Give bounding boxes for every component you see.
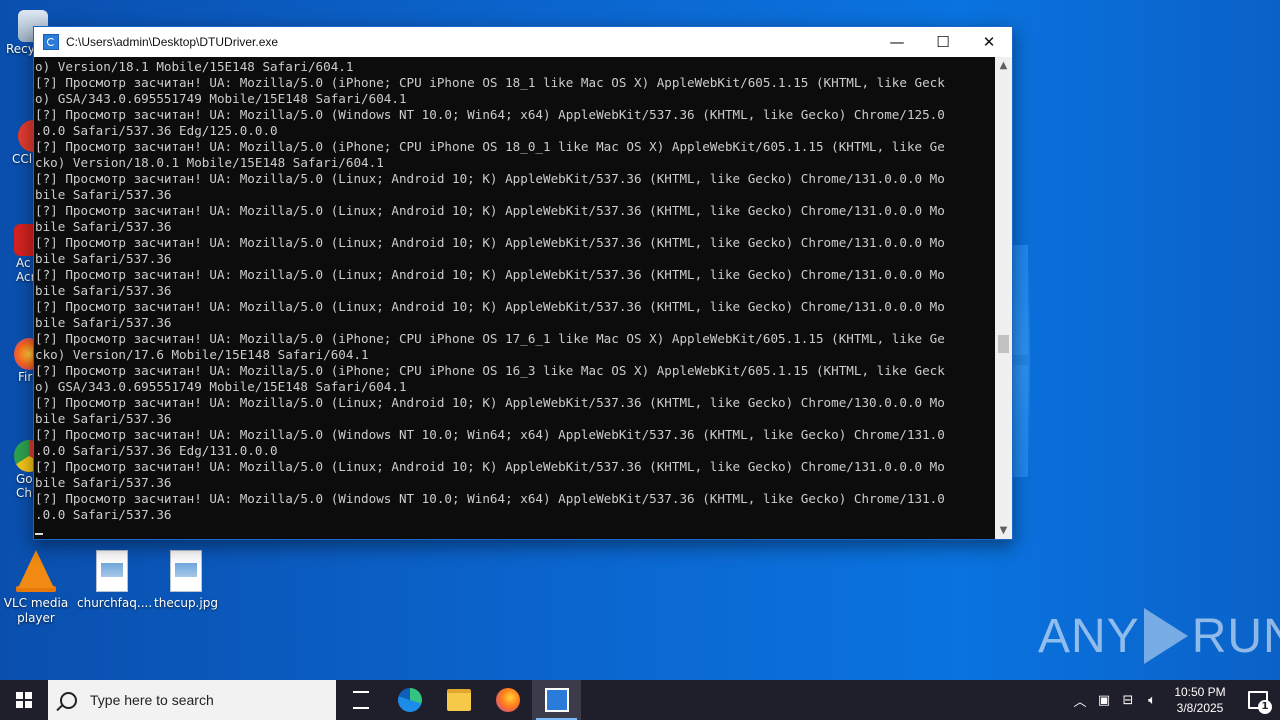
desktop-icon-vlc[interactable]: VLC media player — [1, 550, 71, 626]
taskbar: Type here to search ︿ ▣ ⊟ 🔈︎ 10:50 PM 3/… — [0, 680, 1280, 720]
console-window[interactable]: C:\Users\admin\Desktop\DTUDriver.exe — ☐… — [33, 26, 1013, 540]
text-cursor — [35, 533, 43, 535]
console-app-icon — [544, 688, 569, 712]
console-line: [?] Просмотр засчитан! UA: Mozilla/5.0 (… — [35, 267, 945, 282]
watermark-text-right: RUN — [1191, 609, 1280, 663]
console-line: [?] Просмотр засчитан! UA: Mozilla/5.0 (… — [35, 139, 945, 154]
desktop-icon-ccleaner[interactable]: CCl — [0, 120, 48, 166]
notification-badge: 1 — [1258, 700, 1272, 714]
console-log: o) Version/18.1 Mobile/15E148 Safari/604… — [34, 57, 995, 539]
console-line: [?] Просмотр засчитан! UA: Mozilla/5.0 (… — [35, 427, 945, 442]
anyrun-watermark: ANY RUN — [1038, 608, 1280, 664]
console-line: [?] Просмотр засчитан! UA: Mozilla/5.0 (… — [35, 299, 945, 314]
chevron-up-icon[interactable]: ︿ — [1068, 691, 1092, 710]
taskbar-clock[interactable]: 10:50 PM 3/8/2025 — [1164, 684, 1236, 716]
console-line: [?] Просмотр засчитан! UA: Mozilla/5.0 (… — [35, 171, 945, 186]
image-file-icon — [92, 550, 132, 592]
taskbar-edge[interactable] — [385, 680, 434, 720]
minimize-button[interactable]: — — [874, 27, 920, 57]
taskbar-search-box[interactable]: Type here to search — [48, 680, 336, 720]
maximize-button[interactable]: ☐ — [920, 27, 966, 57]
play-icon — [1143, 608, 1188, 664]
desktop-icon-acrobat[interactable]: Ac Acr — [0, 224, 44, 284]
clock-date: 3/8/2025 — [1176, 701, 1224, 715]
image-file-icon — [166, 550, 206, 592]
desktop-icon-label: VLC media player — [3, 596, 69, 625]
firefox-icon — [495, 688, 520, 712]
console-output[interactable]: o) Version/18.1 Mobile/15E148 Safari/604… — [34, 57, 995, 539]
desktop-icon-churchfaq[interactable]: churchfaq.... — [77, 550, 153, 611]
console-line: o) GSA/343.0.695551749 Mobile/15E148 Saf… — [35, 379, 407, 394]
console-line: [?] Просмотр засчитан! UA: Mozilla/5.0 (… — [35, 331, 945, 346]
volume-icon[interactable]: 🔈︎ — [1140, 693, 1164, 708]
window-title: C:\Users\admin\Desktop\DTUDriver.exe — [66, 35, 279, 49]
console-app-icon — [43, 34, 59, 50]
console-line: [?] Просмотр засчитан! UA: Mozilla/5.0 (… — [35, 459, 945, 474]
task-view-button[interactable] — [336, 680, 385, 720]
desktop-icon-label: CCl — [12, 152, 33, 166]
desktop-icon-label: Fir — [18, 370, 33, 384]
search-icon — [60, 691, 77, 709]
wallpaper-pane — [1012, 365, 1028, 477]
clock-time: 10:50 PM — [1174, 685, 1226, 699]
network-icon[interactable]: ⊟ — [1116, 693, 1140, 708]
console-line: cko) Version/18.0.1 Mobile/15E148 Safari… — [35, 155, 384, 170]
console-line: bile Safari/537.36 — [35, 411, 172, 426]
console-line: [?] Просмотр засчитан! UA: Mozilla/5.0 (… — [35, 235, 945, 250]
desktop-icon-label: thecup.jpg — [154, 596, 218, 610]
system-tray: ︿ ▣ ⊟ 🔈︎ 10:50 PM 3/8/2025 1 — [1068, 680, 1280, 720]
console-line: .0.0 Safari/537.36 — [35, 507, 172, 522]
console-line: [?] Просмотр засчитан! UA: Mozilla/5.0 (… — [35, 75, 945, 90]
console-line: [?] Просмотр засчитан! UA: Mozilla/5.0 (… — [35, 491, 945, 506]
console-line: .0.0 Safari/537.36 Edg/131.0.0.0 — [35, 443, 278, 458]
console-line: o) GSA/343.0.695551749 Mobile/15E148 Saf… — [35, 91, 407, 106]
vlc-icon — [16, 550, 56, 592]
console-line: bile Safari/537.36 — [35, 251, 172, 266]
console-line: bile Safari/537.36 — [35, 315, 172, 330]
desktop-icon-firefox[interactable]: Fir — [0, 338, 44, 384]
console-line: [?] Просмотр засчитан! UA: Mozilla/5.0 (… — [35, 203, 945, 218]
desktop-icon-label: Go Chr — [16, 472, 37, 500]
taskbar-firefox[interactable] — [483, 680, 532, 720]
device-icon[interactable]: ▣ — [1092, 693, 1116, 708]
console-line: o) Version/18.1 Mobile/15E148 Safari/604… — [35, 59, 354, 74]
console-line: cko) Version/17.6 Mobile/15E148 Safari/6… — [35, 347, 369, 362]
scroll-up-arrow[interactable]: ▲ — [995, 57, 1012, 74]
folder-icon — [446, 689, 471, 711]
desktop-icon-recycle-bin[interactable]: Recy — [0, 10, 48, 56]
edge-icon — [397, 688, 422, 712]
windows-logo-icon — [16, 692, 32, 708]
title-bar[interactable]: C:\Users\admin\Desktop\DTUDriver.exe — ☐… — [34, 27, 1012, 57]
desktop: Recy CCl Ac Acr Fir Go Chr VLC media pla… — [0, 0, 1280, 680]
console-line: [?] Просмотр засчитан! UA: Mozilla/5.0 (… — [35, 395, 945, 410]
console-line: [?] Просмотр засчитан! UA: Mozilla/5.0 (… — [35, 363, 945, 378]
scroll-down-arrow[interactable]: ▼ — [995, 522, 1012, 539]
vertical-scrollbar[interactable]: ▲ ▼ — [995, 57, 1012, 539]
console-line: bile Safari/537.36 — [35, 475, 172, 490]
search-placeholder: Type here to search — [90, 692, 214, 708]
desktop-icon-thecup[interactable]: thecup.jpg — [151, 550, 221, 611]
notification-center-button[interactable]: 1 — [1236, 680, 1280, 720]
desktop-icon-label: churchfaq.... — [77, 596, 153, 610]
console-line: [?] Просмотр засчитан! UA: Mozilla/5.0 (… — [35, 107, 945, 122]
taskbar-file-explorer[interactable] — [434, 680, 483, 720]
task-view-icon — [352, 691, 369, 709]
desktop-icon-chrome[interactable]: Go Chr — [0, 440, 44, 500]
close-button[interactable]: ✕ — [966, 27, 1012, 57]
console-line: bile Safari/537.36 — [35, 283, 172, 298]
console-line: bile Safari/537.36 — [35, 219, 172, 234]
desktop-icon-label: Recy — [6, 42, 35, 56]
taskbar-console-app[interactable] — [532, 680, 581, 720]
scroll-thumb[interactable] — [998, 335, 1009, 353]
console-line: .0.0 Safari/537.36 Edg/125.0.0.0 — [35, 123, 278, 138]
console-line: bile Safari/537.36 — [35, 187, 172, 202]
window-controls: — ☐ ✕ — [874, 27, 1012, 57]
start-button[interactable] — [0, 680, 48, 720]
wallpaper-pane — [1012, 245, 1028, 355]
watermark-text-left: ANY — [1038, 609, 1140, 663]
desktop-icon-label: Ac Acr — [16, 256, 36, 284]
